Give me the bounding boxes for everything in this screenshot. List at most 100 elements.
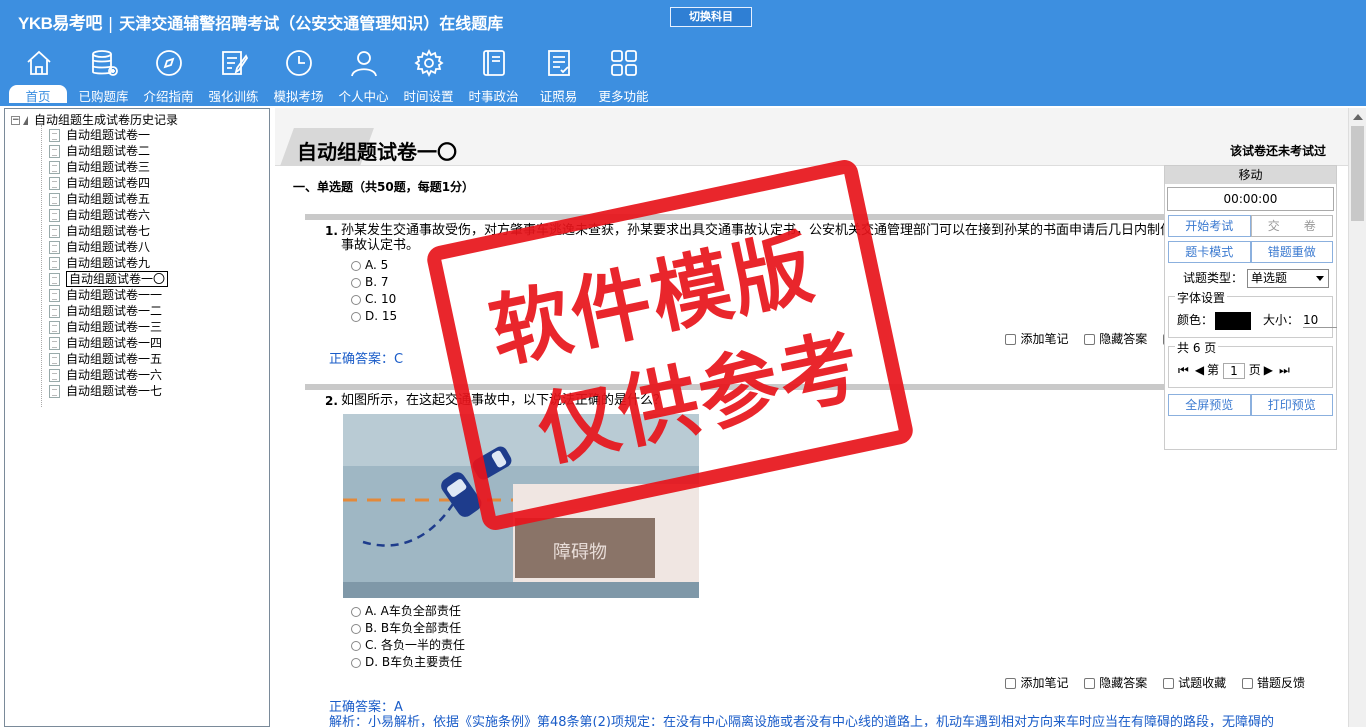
- paper-header: 自动组题试卷一〇 该试卷还未考试过: [275, 108, 1348, 166]
- report-error-button[interactable]: 错题反馈: [1241, 676, 1305, 690]
- tree-item[interactable]: 自动组题试卷一二: [49, 303, 168, 319]
- section-title: 一、单选题（共50题，每题1分）: [293, 180, 475, 194]
- add-note-button[interactable]: 添加笔记: [1005, 332, 1068, 346]
- move-handle[interactable]: 移动: [1165, 166, 1336, 184]
- nav-license[interactable]: 证照易: [526, 48, 591, 104]
- tree-item[interactable]: 自动组题试卷八: [49, 239, 168, 255]
- question-number: 1.: [325, 224, 338, 238]
- next-page-icon[interactable]: ▶: [1264, 363, 1273, 377]
- nav-time-settings[interactable]: 时间设置: [396, 48, 461, 104]
- exam-control-panel: 移动 00:00:00 开始考试 交 卷 题卡模式 错题重做 试题类型： 单选题 …: [1164, 165, 1338, 450]
- collapse-icon[interactable]: −: [11, 116, 20, 125]
- clock-icon: [285, 50, 312, 76]
- tree-item[interactable]: 自动组题试卷一〇: [49, 271, 169, 287]
- eye-icon: [1084, 678, 1096, 689]
- first-page-icon[interactable]: ⏮: [1178, 363, 1189, 377]
- nav-mock-exam[interactable]: 模拟考场: [266, 48, 331, 104]
- tree-root[interactable]: − 自动组题生成试卷历史记录: [11, 111, 178, 128]
- print-preview-button[interactable]: 打印预览: [1250, 394, 1333, 416]
- nav-more[interactable]: 更多功能: [591, 48, 656, 104]
- document-icon: [49, 161, 60, 174]
- font-color-swatch[interactable]: [1215, 311, 1252, 330]
- edit-icon: [221, 51, 248, 75]
- paper-history-tree: − 自动组题生成试卷历史记录 自动组题试卷一 自动组题试卷二 自动组题试卷三 自动组题试…: [4, 108, 270, 727]
- submit-button[interactable]: 交 卷: [1250, 215, 1333, 237]
- radio-icon[interactable]: [351, 260, 361, 271]
- option-d[interactable]: D. B车负主要责任: [351, 653, 462, 670]
- switch-subject-button[interactable]: 切换科目: [670, 7, 752, 27]
- option-d[interactable]: D. 15: [351, 309, 397, 323]
- tree-item[interactable]: 自动组题试卷二: [49, 143, 168, 159]
- option-c[interactable]: C. 10: [351, 292, 396, 306]
- user-icon: [350, 51, 377, 77]
- radio-icon[interactable]: [351, 623, 361, 634]
- radio-icon[interactable]: [351, 294, 361, 305]
- document-icon: [49, 257, 60, 270]
- pencil-icon: [1005, 678, 1017, 689]
- nav-home[interactable]: 首页: [6, 48, 71, 104]
- radio-icon[interactable]: [351, 277, 361, 288]
- question-number: 2.: [325, 394, 338, 408]
- tree-item[interactable]: 自动组题试卷一五: [49, 351, 168, 367]
- paper-title: 自动组题试卷一〇: [297, 140, 457, 164]
- radio-icon[interactable]: [351, 606, 361, 617]
- gear-icon: [413, 48, 444, 78]
- radio-icon[interactable]: [351, 311, 361, 322]
- add-note-button[interactable]: 添加笔记: [1005, 676, 1068, 690]
- radio-icon[interactable]: [351, 657, 361, 668]
- option-a[interactable]: A. A车负全部责任: [351, 602, 461, 619]
- tree-item[interactable]: 自动组题试卷一三: [49, 319, 168, 335]
- document-icon: [49, 145, 60, 158]
- hide-answer-button[interactable]: 隐藏答案: [1084, 676, 1147, 690]
- document-icon: [49, 273, 60, 286]
- correct-answer: 正确答案：A: [329, 700, 403, 715]
- page-input[interactable]: 1: [1222, 362, 1245, 379]
- folder-icon: [23, 116, 28, 125]
- tree-item[interactable]: 自动组题试卷三: [49, 159, 168, 175]
- checklist-icon: [547, 50, 570, 76]
- nav-purchased[interactable]: 已购题库: [71, 48, 136, 104]
- pencil-icon: [1005, 334, 1017, 345]
- tree-item[interactable]: 自动组题试卷一六: [49, 367, 168, 383]
- hide-answer-button[interactable]: 隐藏答案: [1084, 332, 1147, 346]
- radio-icon[interactable]: [351, 640, 361, 651]
- document-icon: [49, 241, 60, 254]
- tree-item[interactable]: 自动组题试卷一七: [49, 383, 168, 399]
- nav-guide[interactable]: 介绍指南: [136, 48, 201, 104]
- tree-item[interactable]: 自动组题试卷四: [49, 175, 168, 191]
- eye-icon: [1084, 334, 1096, 345]
- fullscreen-preview-button[interactable]: 全屏预览: [1168, 394, 1251, 416]
- scroll-up-icon[interactable]: [1353, 114, 1363, 120]
- tree-item[interactable]: 自动组题试卷七: [49, 223, 168, 239]
- prev-page-icon[interactable]: ◀: [1195, 363, 1204, 377]
- last-page-icon[interactable]: ⏭: [1279, 363, 1290, 377]
- question-type-select[interactable]: 单选题: [1247, 269, 1330, 288]
- wrong-redo-button[interactable]: 错题重做: [1250, 241, 1333, 263]
- tree-item[interactable]: 自动组题试卷一: [49, 127, 168, 143]
- scroll-thumb[interactable]: [1351, 126, 1364, 221]
- font-size-input[interactable]: 10: [1303, 313, 1338, 328]
- question-text: 孙某发生交通事故受伤，对方肇事车逃逸未查获，孙某要求出具交通事故认定书，公安机关…: [341, 223, 1200, 253]
- accident-diagram: 障碍物: [343, 414, 699, 598]
- tree-item[interactable]: 自动组题试卷一一: [49, 287, 168, 303]
- favorite-button[interactable]: 试题收藏: [1163, 676, 1226, 690]
- tree-item[interactable]: 自动组题试卷九: [49, 255, 168, 271]
- tree-item[interactable]: 自动组题试卷六: [49, 207, 168, 223]
- option-b[interactable]: B. 7: [351, 275, 389, 289]
- grid-icon: [610, 50, 637, 76]
- option-a[interactable]: A. 5: [351, 258, 388, 272]
- vertical-scrollbar[interactable]: [1348, 108, 1366, 727]
- nav-current-affairs[interactable]: 时事政治: [461, 48, 526, 104]
- start-exam-button[interactable]: 开始考试: [1168, 215, 1251, 237]
- option-c[interactable]: C. 各负一半的责任: [351, 636, 465, 653]
- nav-personal[interactable]: 个人中心: [331, 48, 396, 104]
- nav-training[interactable]: 强化训练: [201, 48, 266, 104]
- option-b[interactable]: B. B车负全部责任: [351, 619, 461, 636]
- card-mode-button[interactable]: 题卡模式: [1168, 241, 1251, 263]
- exam-timer: 00:00:00: [1167, 187, 1334, 211]
- tree-item[interactable]: 自动组题试卷一四: [49, 335, 168, 351]
- pager: 共 6 页 ⏮ ◀ 第 1 页 ▶ ⏭: [1168, 339, 1333, 388]
- tree-item[interactable]: 自动组题试卷五: [49, 191, 168, 207]
- question-tools: 添加笔记 隐藏答案 试题收藏 错题反馈: [993, 674, 1305, 691]
- font-settings: 字体设置 颜色： 大小： 10: [1168, 289, 1338, 338]
